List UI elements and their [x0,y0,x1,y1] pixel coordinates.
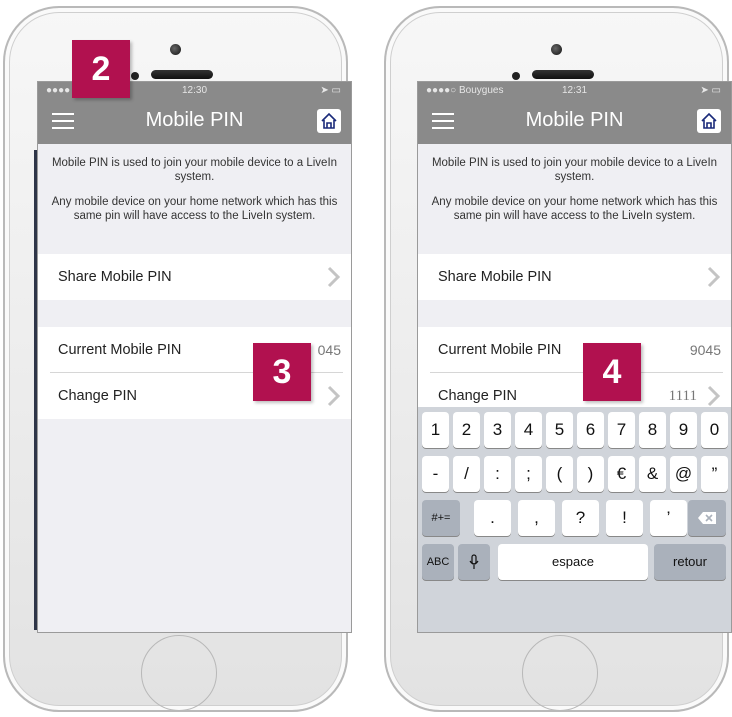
change-pin-input[interactable]: 1111 [669,388,697,405]
current-mobile-pin-label: Current Mobile PIN [58,342,182,358]
navigation-bar: Mobile PIN [418,100,731,144]
share-mobile-pin-row[interactable]: Share Mobile PIN [38,254,351,300]
home-icon[interactable] [697,109,721,133]
battery-icon: ➤ ▭ [700,85,721,96]
symbols-toggle-key[interactable]: #+= [422,500,460,536]
home-icon[interactable] [317,109,341,133]
info-paragraph-2: Any mobile device on your home network w… [51,196,338,222]
status-bar: ●●●●○ Bouygues 12:31 ➤ ▭ [418,82,731,100]
navigation-bar: Mobile PIN [38,100,351,144]
keyboard-key[interactable]: - [422,456,449,492]
chevron-right-icon [707,385,721,407]
chevron-right-icon [327,266,341,288]
proximity-sensor [512,72,520,80]
current-mobile-pin-value: 9045 [689,342,721,358]
share-mobile-pin-label: Share Mobile PIN [58,269,172,285]
keyboard-key[interactable]: 8 [639,412,666,448]
keyboard-key[interactable]: 6 [577,412,604,448]
home-button[interactable] [522,635,598,711]
keyboard-key[interactable]: € [608,456,635,492]
keyboard-key[interactable]: ! [606,500,643,536]
right-screen: ●●●●○ Bouygues 12:31 ➤ ▭ Mobile PIN Mobi… [418,82,731,632]
info-text: Mobile PIN is used to join your mobile d… [46,156,343,234]
keyboard-key[interactable]: 0 [701,412,728,448]
microphone-icon [469,554,479,570]
status-time: 12:31 [561,85,588,96]
keyboard-key[interactable]: @ [670,456,697,492]
earpiece-speaker [151,70,213,79]
keyboard-key[interactable]: 3 [484,412,511,448]
step-badge-4: 4 [583,343,641,401]
info-paragraph-1: Mobile PIN is used to join your mobile d… [431,157,718,183]
keyboard-key[interactable]: / [453,456,480,492]
info-text: Mobile PIN is used to join your mobile d… [426,156,723,234]
info-paragraph-2: Any mobile device on your home network w… [431,196,718,222]
chevron-right-icon [327,385,341,407]
share-mobile-pin-label: Share Mobile PIN [438,269,552,285]
keyboard-key[interactable]: 5 [546,412,573,448]
keyboard-key[interactable]: : [484,456,511,492]
keyboard-key[interactable]: , [518,500,555,536]
page-title: Mobile PIN [145,109,244,131]
change-pin-label: Change PIN [58,388,137,404]
keyboard-key[interactable]: 9 [670,412,697,448]
keyboard-key[interactable]: 1 [422,412,449,448]
front-camera [170,44,181,55]
home-button[interactable] [141,635,217,711]
front-camera [551,44,562,55]
chevron-right-icon [707,266,721,288]
battery-icon: ➤ ▭ [320,85,341,96]
current-mobile-pin-row: Current Mobile PIN 9045 [418,327,731,373]
keyboard-key[interactable]: ” [701,456,728,492]
share-mobile-pin-row[interactable]: Share Mobile PIN [418,254,731,300]
keyboard-key[interactable]: ? [562,500,599,536]
backspace-icon [698,512,716,525]
return-key[interactable]: retour [654,544,726,580]
change-pin-label: Change PIN [438,388,517,404]
earpiece-speaker [532,70,594,79]
current-mobile-pin-value: 045 [317,342,341,358]
proximity-sensor [131,72,139,80]
backspace-key[interactable] [688,500,726,536]
info-paragraph-1: Mobile PIN is used to join your mobile d… [51,157,338,183]
left-phone-side-bezel [34,150,37,630]
keyboard-key[interactable]: ’ [650,500,687,536]
step-badge-3: 3 [253,343,311,401]
current-mobile-pin-label: Current Mobile PIN [438,342,562,358]
step-badge-2: 2 [72,40,130,98]
keyboard-key[interactable]: & [639,456,666,492]
numeric-keyboard: 1234567890 - /:;() € & @” .,?!’ #+= ABC espa… [418,407,731,632]
keyboard-key[interactable]: 7 [608,412,635,448]
keyboard-key[interactable]: ( [546,456,573,492]
dictation-key[interactable] [458,544,490,580]
keyboard-key[interactable]: . [474,500,511,536]
abc-key[interactable]: ABC [422,544,454,580]
space-key[interactable]: espace [498,544,648,580]
keyboard-key[interactable]: ; [515,456,542,492]
keyboard-key[interactable]: 4 [515,412,542,448]
keyboard-key[interactable]: ) [577,456,604,492]
keyboard-key[interactable]: 2 [453,412,480,448]
page-title: Mobile PIN [525,109,624,131]
